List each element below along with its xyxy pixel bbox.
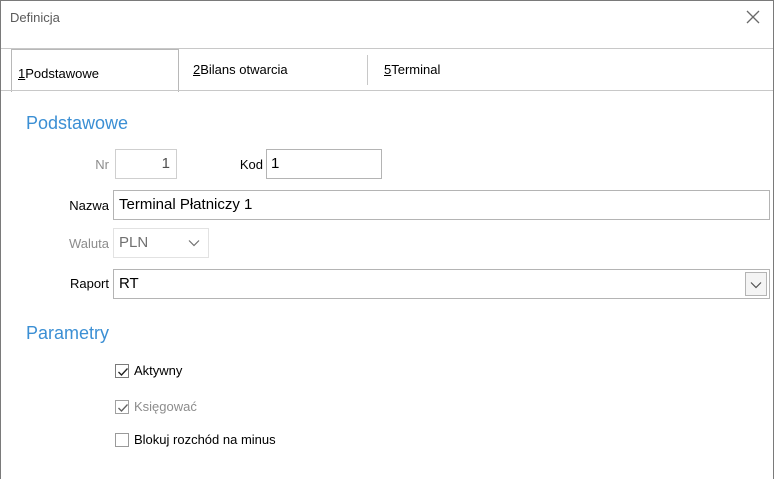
- waluta-value: PLN: [119, 234, 149, 251]
- title-bar: Definicja: [1, 1, 773, 33]
- tab-content-border: [1, 90, 773, 91]
- blokuj-rozchod-checkbox[interactable]: [115, 433, 129, 447]
- waluta-select[interactable]: PLN: [113, 228, 209, 258]
- tab-bilans-key: 2: [193, 62, 201, 77]
- chevron-down-icon: [750, 282, 762, 289]
- tab-podstawowe[interactable]: 1 Podstawowe: [11, 49, 179, 92]
- close-button[interactable]: [741, 5, 765, 29]
- chevron-down-icon: [188, 240, 200, 247]
- checkmark-icon: [118, 368, 128, 376]
- raport-select[interactable]: RT: [113, 269, 770, 299]
- waluta-label: Waluta: [69, 236, 109, 251]
- aktywny-label: Aktywny: [134, 363, 183, 378]
- close-icon: [746, 10, 760, 24]
- window-title: Definicja: [10, 10, 60, 25]
- raport-dropdown-button[interactable]: [745, 272, 767, 296]
- tab-podstawowe-key: 1: [18, 66, 26, 81]
- definition-dialog: Definicja 1 Podstawowe 2 Bilans otwarcia…: [0, 0, 774, 479]
- raport-value: RT: [119, 275, 139, 292]
- ksiegowac-checkbox[interactable]: [115, 400, 129, 414]
- tab-terminal-key: 5: [384, 62, 392, 77]
- raport-label: Raport: [69, 276, 109, 291]
- section-title-basic: Podstawowe: [26, 113, 129, 133]
- tab-terminal-label: Terminal: [391, 62, 441, 77]
- kod-field[interactable]: 1: [266, 149, 382, 179]
- nazwa-field[interactable]: Terminal Płatniczy 1: [113, 190, 770, 220]
- aktywny-checkbox[interactable]: [115, 364, 129, 378]
- kod-label: Kod: [239, 157, 263, 172]
- blokuj-rozchod-label: Blokuj rozchód na minus: [134, 432, 276, 447]
- nr-field[interactable]: 1: [115, 149, 177, 179]
- tab-terminal[interactable]: 5 Terminal: [384, 62, 440, 100]
- tab-separator: [367, 55, 368, 85]
- tab-bilans-otwarcia[interactable]: 2 Bilans otwarcia: [193, 62, 288, 100]
- section-title-params: Parametry: [26, 323, 110, 343]
- tab-podstawowe-label: Podstawowe: [25, 66, 99, 81]
- ksiegowac-label: Księgować: [134, 399, 197, 414]
- tab-bilans-label: Bilans otwarcia: [200, 62, 288, 77]
- nazwa-label: Nazwa: [69, 198, 109, 213]
- nr-label: Nr: [95, 157, 109, 172]
- checkmark-icon: [118, 404, 128, 412]
